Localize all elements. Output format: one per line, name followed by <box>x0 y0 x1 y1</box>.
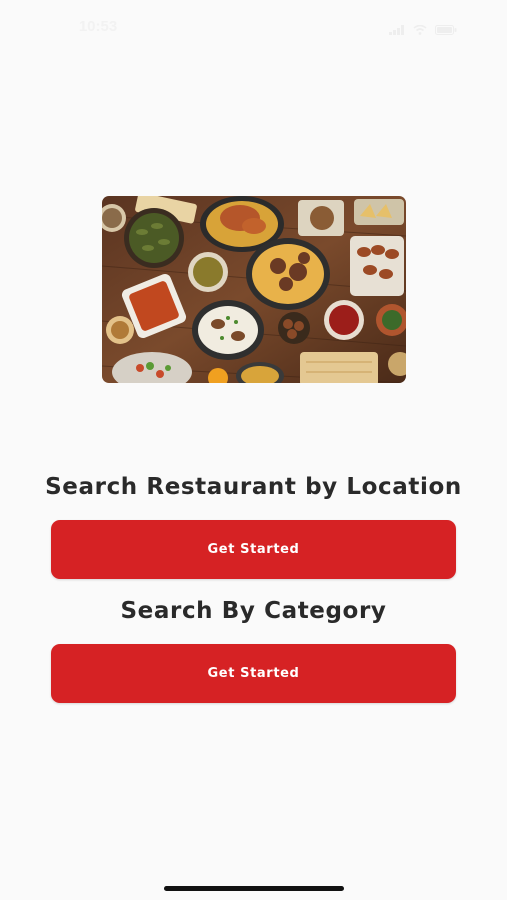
location-get-started-button[interactable]: Get Started <box>51 520 456 579</box>
search-by-location-heading: Search Restaurant by Location <box>45 474 462 500</box>
hero-food-image <box>102 196 406 383</box>
category-get-started-button[interactable]: Get Started <box>51 644 456 703</box>
status-bar: 10:53 <box>0 0 507 52</box>
status-time: 10:53 <box>78 18 118 35</box>
cellular-signal-icon <box>389 20 405 35</box>
wifi-icon <box>413 20 427 35</box>
home-indicator[interactable] <box>164 886 344 891</box>
status-icons <box>389 20 457 35</box>
battery-icon <box>435 20 457 35</box>
search-by-category-heading: Search By Category <box>120 598 387 624</box>
food-spread-image <box>102 196 406 383</box>
